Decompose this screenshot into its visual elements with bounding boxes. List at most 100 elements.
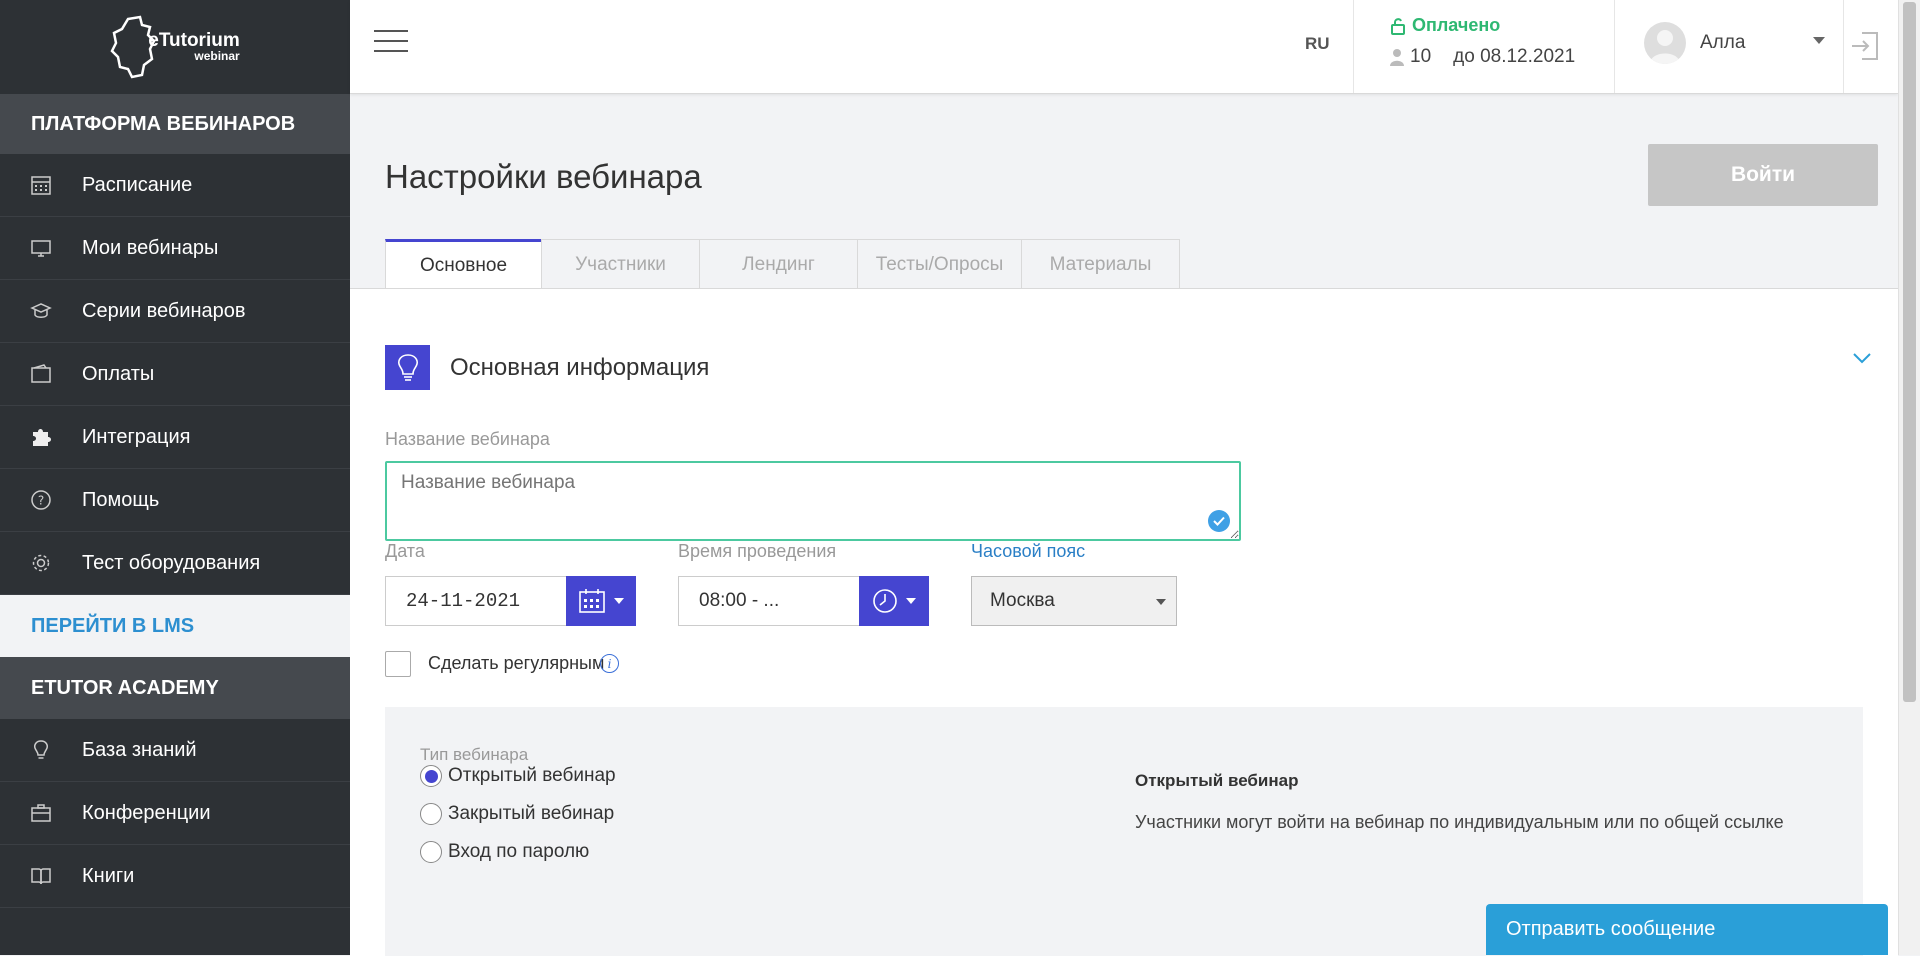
sidebar-item-schedule[interactable]: Расписание: [0, 154, 350, 217]
puzzle-icon: [0, 426, 82, 448]
wallet-icon: [0, 363, 82, 385]
divider: [1353, 0, 1354, 93]
page-title: Настройки вебинара: [385, 158, 702, 195]
info-icon[interactable]: i: [600, 654, 619, 673]
sidebar-item-label: Книги: [82, 864, 135, 887]
chevron-down-icon[interactable]: [1813, 37, 1825, 44]
language-switch[interactable]: RU: [1305, 34, 1330, 54]
caret-down-icon: [906, 598, 916, 604]
radio-button[interactable]: [420, 765, 442, 787]
user-count-icon: [1390, 49, 1404, 66]
menu-toggle-icon[interactable]: [374, 30, 408, 54]
sidebar-lms-link[interactable]: ПЕРЕЙТИ В LMS: [0, 595, 350, 657]
user-name: Алла: [1700, 32, 1746, 53]
caret-down-icon: [1156, 599, 1166, 605]
radio-button[interactable]: [420, 841, 442, 863]
type-label: Тип вебинара: [420, 745, 529, 764]
sidebar-item-payments[interactable]: Оплаты: [0, 343, 350, 406]
sidebar-item-equipment-test[interactable]: Тест оборудования: [0, 532, 350, 595]
regular-label: Сделать регулярным: [428, 653, 605, 673]
monitor-icon: [0, 237, 82, 259]
sidebar-item-label: Тест оборудования: [82, 551, 261, 574]
unlock-icon: [1391, 17, 1405, 35]
settings-panel: Основная информация Название вебинара Да…: [350, 288, 1898, 956]
date-picker-button[interactable]: [566, 576, 636, 626]
radio-closed-webinar[interactable]: Закрытый вебинар: [420, 803, 614, 825]
sidebar-item-label: Оплаты: [82, 362, 155, 385]
graduation-cap-icon: [0, 300, 82, 322]
type-description: Участники могут войти на вебинар по инди…: [1135, 812, 1784, 832]
send-message-button[interactable]: Отправить сообщение: [1486, 904, 1888, 955]
timezone-label: Часовой пояс: [971, 541, 1086, 561]
radio-open-webinar[interactable]: Открытый вебинар: [420, 765, 616, 787]
sidebar-item-label: Помощь: [82, 488, 160, 511]
section-header[interactable]: Основная информация: [385, 345, 709, 390]
svg-text:?: ?: [38, 494, 44, 508]
sidebar-item-label: Конференции: [82, 801, 211, 824]
webinar-name-input[interactable]: [385, 461, 1241, 541]
time-input[interactable]: 08:00 - ...: [678, 576, 860, 626]
tab-tests[interactable]: Тесты/Опросы: [857, 239, 1022, 289]
type-description-title: Открытый вебинар: [1135, 771, 1299, 790]
enter-button[interactable]: Войти: [1648, 144, 1878, 206]
top-bar: RU Оплачено 10 до 08.12.2021 Алла: [350, 0, 1898, 94]
participants-count: 10: [1410, 46, 1432, 67]
check-icon: [1208, 510, 1230, 532]
avatar: [1644, 22, 1686, 64]
calendar-icon: [0, 174, 82, 196]
logo-brand: eTutorium: [148, 30, 240, 51]
sidebar-item-conferences[interactable]: Конференции: [0, 782, 350, 845]
chevron-down-icon[interactable]: [1852, 351, 1872, 369]
sidebar-item-books[interactable]: Книги: [0, 845, 350, 908]
regular-checkbox[interactable]: [385, 651, 411, 677]
radio-password-entry[interactable]: Вход по паролю: [420, 841, 589, 863]
tab-main[interactable]: Основное: [385, 239, 542, 289]
sidebar-section-academy: ETUTOR ACADEMY: [0, 657, 350, 719]
name-label: Название вебинара: [385, 429, 550, 449]
sidebar-item-label: Расписание: [82, 173, 193, 196]
logout-icon[interactable]: [1850, 30, 1880, 67]
calendar-icon: [579, 589, 605, 613]
main-content: Настройки вебинара Войти Основное Участн…: [350, 94, 1898, 956]
radio-button[interactable]: [420, 803, 442, 825]
lightbulb-icon: [385, 345, 430, 390]
tab-participants[interactable]: Участники: [541, 239, 700, 289]
scrollbar[interactable]: [1898, 0, 1920, 955]
briefcase-icon: [0, 802, 82, 824]
sidebar-item-label: Серии вебинаров: [82, 299, 246, 322]
tab-materials[interactable]: Материалы: [1021, 239, 1180, 289]
subscription-info: Оплачено 10 до 08.12.2021: [1390, 15, 1575, 68]
gear-icon: [0, 552, 82, 574]
scrollbar-thumb[interactable]: [1903, 2, 1916, 702]
radio-label: Вход по паролю: [448, 841, 590, 862]
sidebar-item-my-webinars[interactable]: Мои вебинары: [0, 217, 350, 280]
paid-status: Оплачено: [1412, 15, 1501, 35]
time-picker-button[interactable]: [859, 576, 929, 626]
lightbulb-icon: [0, 739, 82, 761]
sidebar-item-series[interactable]: Серии вебинаров: [0, 280, 350, 343]
divider: [1843, 0, 1844, 93]
sidebar-item-help[interactable]: ? Помощь: [0, 469, 350, 532]
sidebar-item-label: База знаний: [82, 738, 197, 761]
logo-sub: webinar: [194, 49, 240, 63]
user-menu[interactable]: Алла: [1644, 22, 1745, 64]
tab-landing[interactable]: Лендинг: [699, 239, 858, 289]
sidebar: eTutorium webinar ПЛАТФОРМА ВЕБИНАРОВ Ра…: [0, 0, 350, 955]
clock-icon: [873, 589, 897, 613]
book-icon: [0, 865, 82, 887]
sidebar-section-platform: ПЛАТФОРМА ВЕБИНАРОВ: [0, 94, 350, 154]
section-title: Основная информация: [450, 353, 710, 381]
sidebar-item-integration[interactable]: Интеграция: [0, 406, 350, 469]
sidebar-item-knowledge-base[interactable]: База знаний: [0, 719, 350, 782]
radio-label: Закрытый вебинар: [448, 803, 615, 824]
date-label: Дата: [385, 541, 425, 561]
valid-until: до 08.12.2021: [1453, 46, 1576, 67]
time-label: Время проведения: [678, 541, 837, 561]
question-icon: ?: [0, 489, 82, 511]
divider: [1614, 0, 1615, 93]
sidebar-item-label: Мои вебинары: [82, 236, 219, 259]
date-input[interactable]: 24-11-2021: [385, 576, 567, 626]
logo[interactable]: eTutorium webinar: [0, 0, 350, 94]
caret-down-icon: [614, 598, 624, 604]
timezone-select[interactable]: Москва: [971, 576, 1177, 626]
